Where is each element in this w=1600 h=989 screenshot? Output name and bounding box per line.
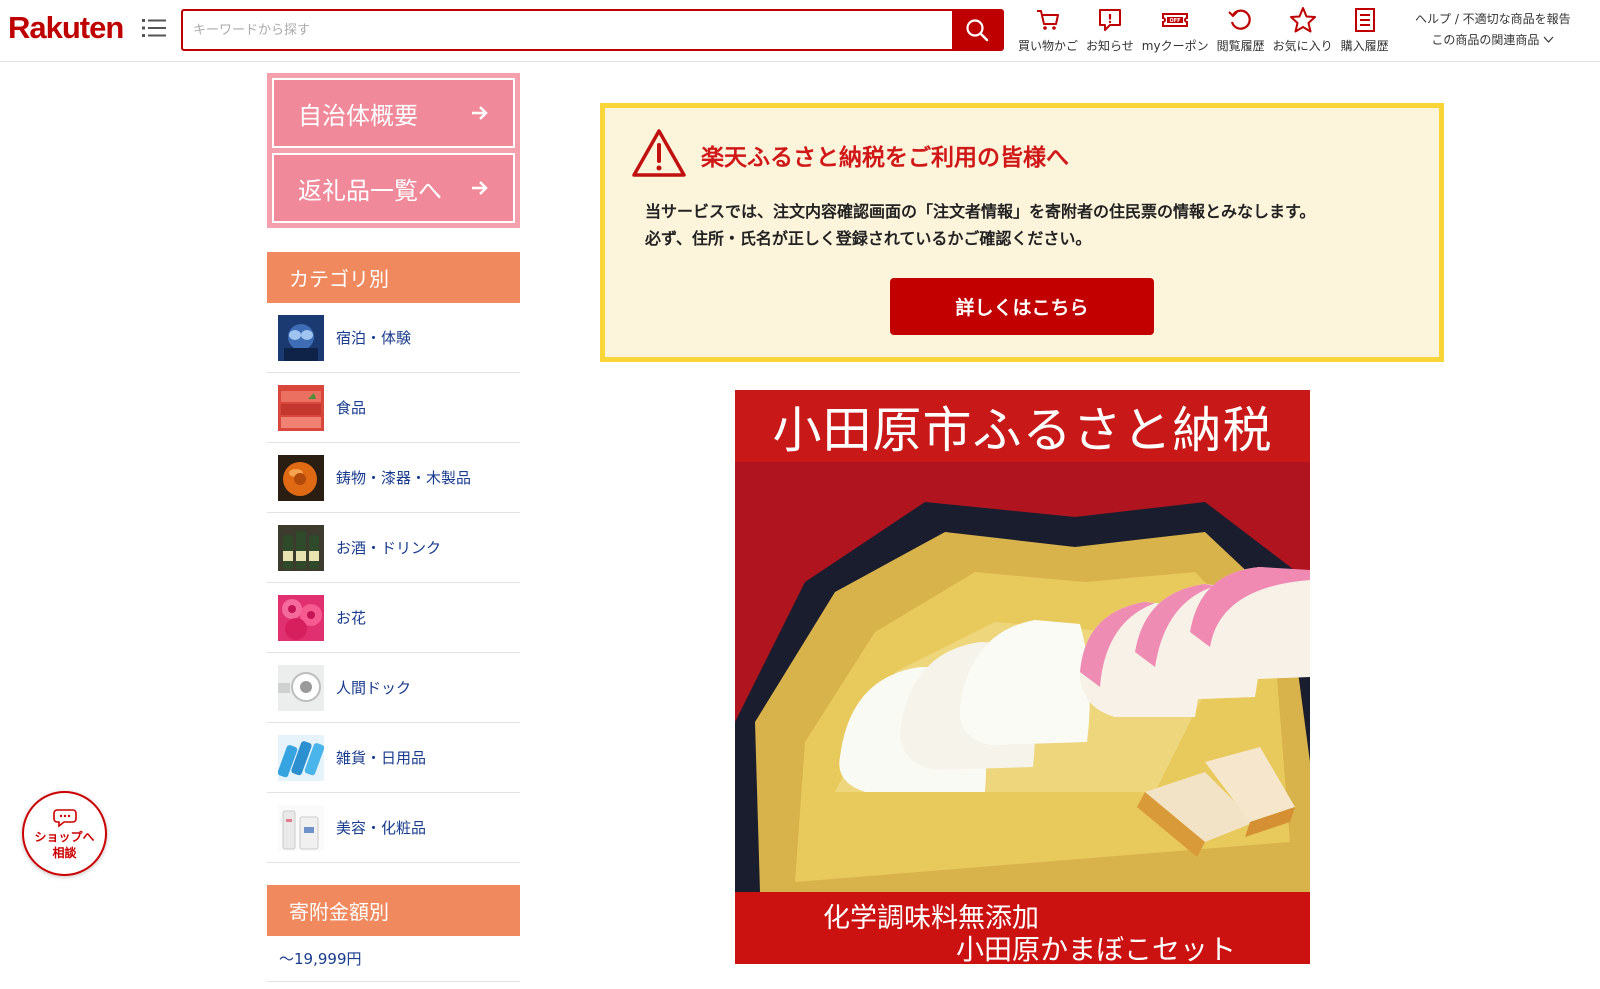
nav-notice[interactable]: お知らせ [1086,6,1134,54]
warning-icon [632,129,686,177]
nav-purchase-history-label: 購入履歴 [1340,39,1389,53]
pink-button-group: 自治体概要 返礼品一覧へ [267,73,520,228]
category-label: 宿泊・体験 [336,329,412,347]
notice-title: 楽天ふるさと納税をご利用の皆様へ [701,145,1069,171]
municipality-overview-label: 自治体概要 [298,101,418,130]
category-item-crafts[interactable]: 鋳物・漆器・木製品 [267,443,520,513]
nav-coupon-label: myクーポン [1141,39,1209,53]
category-label: お酒・ドリンク [336,539,442,557]
history-icon [1227,9,1251,30]
notice-icon [1098,9,1121,31]
nav-cart-label: 買い物かご [1018,39,1079,53]
gift-list-label: 返礼品一覧へ [298,176,442,205]
lodging-thumbnail [278,314,324,361]
category-item-lodging[interactable]: 宿泊・体験 [267,303,520,373]
gift-list-button[interactable]: 返礼品一覧へ [272,153,515,223]
banner-title: 小田原市ふるさと納税 [735,390,1310,462]
help-links: ヘルプ / 不適切な商品を報告 この商品の関連商品 [1415,10,1571,52]
related-products-label: この商品の関連商品 [1431,33,1540,47]
category-label: 鋳物・漆器・木製品 [336,469,472,487]
rakuten-logo[interactable]: Rakuten [8,10,124,46]
medical-checkup-thumbnail [278,664,324,711]
nav-coupon[interactable]: OFF myクーポン [1142,6,1209,54]
shop-chat-button[interactable]: ショップへ 相談 [22,791,107,876]
search-icon [966,19,989,42]
category-label: 人間ドック [336,679,412,697]
category-label: 雑貨・日用品 [336,749,427,767]
notice-line-1: 当サービスでは、注文内容確認画面の「注文者情報」を寄附者の住民票の情報とみなしま… [645,202,1316,221]
banner-caption-line-2: 小田原かまぼこセット [956,933,1237,964]
nav-cart[interactable]: 買い物かご [1018,6,1078,54]
category-label: 美容・化粧品 [336,819,427,837]
search-input[interactable] [183,11,952,49]
drinks-thumbnail [278,524,324,571]
category-item-beauty[interactable]: 美容・化粧品 [267,793,520,863]
nav-favorites-label: お気に入り [1272,39,1333,53]
search-button[interactable] [952,11,1002,49]
goods-thumbnail [278,734,324,781]
category-label: お花 [336,609,367,627]
beauty-thumbnail [278,804,324,851]
food-thumbnail [278,384,324,431]
cart-icon [1037,10,1059,30]
coupon-icon: OFF [1162,13,1189,27]
search-bar [181,9,1004,51]
related-products-link[interactable]: この商品の関連商品 [1415,31,1571,48]
notice-box: 楽天ふるさと納税をご利用の皆様へ 当サービスでは、注文内容確認画面の「注文者情報… [600,103,1444,362]
notice-body: 当サービスでは、注文内容確認画面の「注文者情報」を寄附者の住民票の情報とみなしま… [645,198,1315,252]
notice-line-2: 必ず、住所・氏名が正しく登録されているかご確認ください。 [645,229,1092,248]
chevron-down-icon [1543,36,1554,43]
crafts-thumbnail [278,454,324,501]
arrow-right-icon [472,181,488,195]
nav-history[interactable]: 閲覧履歴 [1217,6,1265,54]
star-icon [1289,7,1316,33]
nav-purchase-history[interactable]: 購入履歴 [1341,6,1389,54]
municipality-overview-button[interactable]: 自治体概要 [272,78,515,148]
arrow-right-icon [472,106,488,120]
nav-notice-label: お知らせ [1086,39,1134,53]
category-item-food[interactable]: 食品 [267,373,520,443]
menu-icon[interactable] [142,16,166,40]
category-item-medical-checkup[interactable]: 人間ドック [267,653,520,723]
header-nav: 買い物かご お知らせ OFF myクーポン 閲覧履歴 お気に入り 購入履歴 [1018,6,1397,54]
category-label: 食品 [336,399,367,417]
nav-history-label: 閲覧履歴 [1216,39,1265,53]
product-banner[interactable]: 小田原市ふるさと納税 化学調味料無添加 小田原かまぼこセット [735,390,1310,964]
shop-chat-label-1: ショップへ [34,829,95,844]
kamaboko-image [735,462,1310,892]
banner-caption: 化学調味料無添加 小田原かまぼこセット [735,892,1310,964]
sidebar: 自治体概要 返礼品一覧へ カテゴリ別 宿泊・体験 食品 鋳物・漆器・木製品 お酒… [267,73,520,982]
category-item-goods[interactable]: 雑貨・日用品 [267,723,520,793]
category-heading: カテゴリ別 [267,252,520,303]
category-item-flowers[interactable]: お花 [267,583,520,653]
category-item-drinks[interactable]: お酒・ドリンク [267,513,520,583]
amount-item[interactable]: ～19,999円 [267,936,520,982]
header: Rakuten 買い物かご お知らせ [0,0,1600,62]
amount-heading: 寄附金額別 [267,885,520,936]
help-report-link[interactable]: ヘルプ / 不適切な商品を報告 [1415,10,1571,27]
flowers-thumbnail [278,594,324,641]
purchase-history-icon [1354,8,1375,32]
chat-bubble-icon [52,808,77,828]
svg-text:OFF: OFF [1170,18,1181,24]
shop-chat-label-2: 相談 [52,845,77,860]
nav-favorites[interactable]: お気に入り [1273,6,1333,54]
details-button[interactable]: 詳しくはこちら [890,278,1154,335]
